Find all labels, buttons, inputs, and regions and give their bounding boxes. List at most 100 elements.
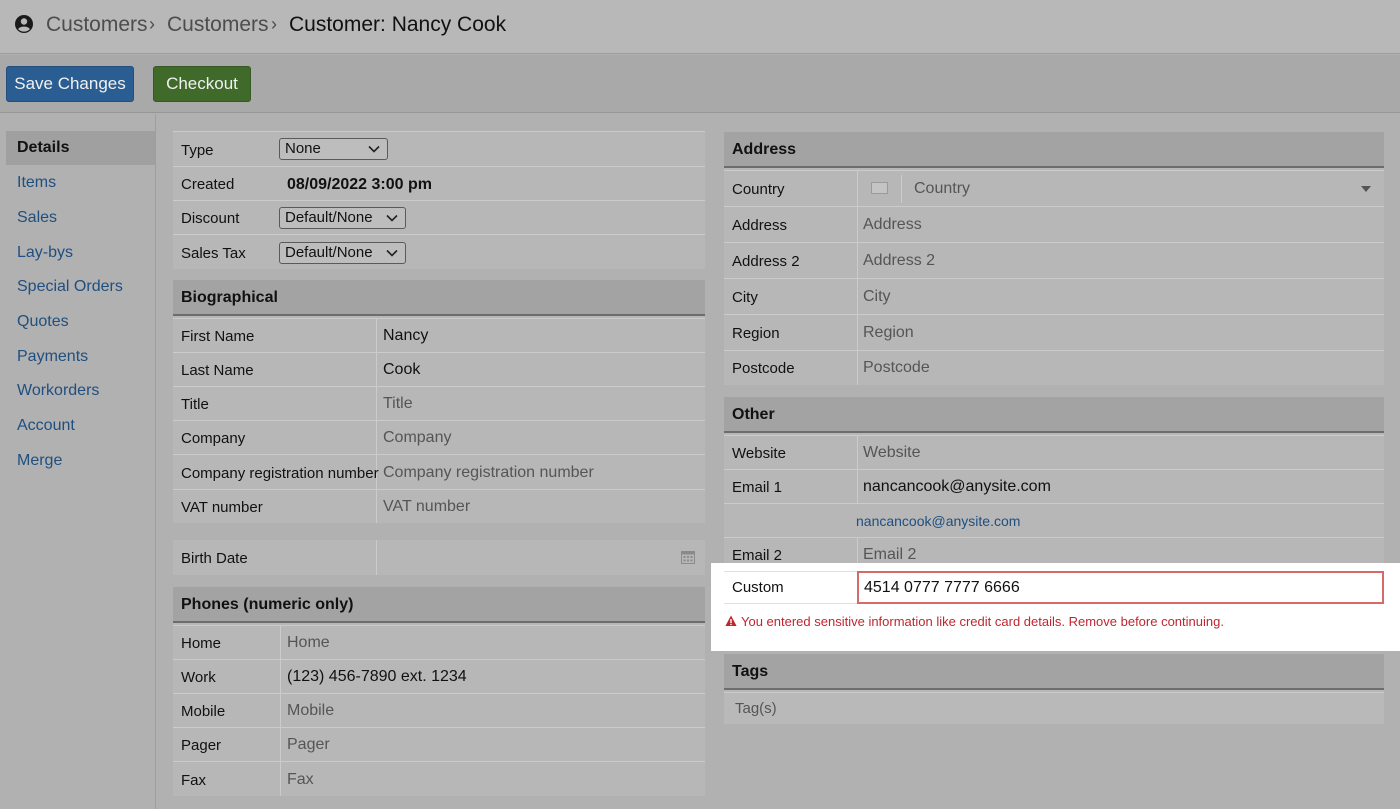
first-name-row: First Name Nancy	[173, 318, 705, 352]
email1-row: Email 1 nancancook@anysite.com	[724, 469, 1384, 503]
work-phone-input[interactable]: (123) 456-7890 ext. 1234	[287, 668, 467, 686]
pager-row: Pager Pager	[173, 727, 705, 761]
company-row: Company Company	[173, 420, 705, 454]
city-row: City City	[724, 278, 1384, 314]
last-name-label: Last Name	[181, 362, 254, 379]
region-input[interactable]: Region	[863, 324, 914, 342]
sidebar-item-merge[interactable]: Merge	[6, 444, 155, 478]
custom-row: Custom	[724, 571, 857, 604]
chevron-down-icon	[368, 145, 380, 153]
email2-label: Email 2	[732, 547, 783, 564]
custom-input[interactable]: 4514 0777 7777 6666	[857, 571, 1384, 604]
biographical-panel: Biographical First Name Nancy Last Name …	[173, 280, 705, 523]
title-label: Title	[181, 396, 209, 413]
user-circle-icon[interactable]	[14, 14, 34, 34]
other-title: Other	[732, 406, 775, 423]
country-row: Country Country	[724, 170, 1384, 206]
last-name-input[interactable]: Cook	[383, 361, 420, 379]
fax-input[interactable]: Fax	[287, 771, 314, 789]
first-name-label: First Name	[181, 328, 255, 345]
discount-select-value: Default/None	[285, 209, 373, 226]
title-input[interactable]: Title	[383, 395, 413, 413]
sales-tax-select[interactable]: Default/None	[279, 242, 406, 264]
created-value: 08/09/2022 3:00 pm	[287, 176, 432, 193]
pager-label: Pager	[181, 737, 222, 754]
custom-label: Custom	[732, 579, 784, 596]
breadcrumb-separator-icon: ›	[271, 14, 277, 34]
discount-label: Discount	[181, 210, 240, 227]
sales-tax-row: Sales Tax Default/None	[173, 234, 705, 269]
general-panel: Type None Created 08/09/2022 3:00 pm Dis…	[173, 131, 705, 269]
sidebar-item-special-orders[interactable]: Special Orders	[6, 270, 155, 304]
page-title: Customer: Nancy Cook	[289, 13, 507, 36]
address-label: Address	[732, 217, 788, 234]
postcode-input[interactable]: Postcode	[863, 359, 930, 377]
postcode-row: Postcode Postcode	[724, 350, 1384, 385]
vat-row: VAT number VAT number	[173, 489, 705, 523]
biographical-header: Biographical	[173, 280, 705, 316]
other-panel: Other Website Website Email 1 nancancook…	[724, 397, 1384, 571]
city-label: City	[732, 289, 758, 306]
sidebar-item-details[interactable]: Details	[6, 131, 155, 165]
home-phone-label: Home	[181, 635, 222, 652]
vat-input[interactable]: VAT number	[383, 498, 470, 516]
breadcrumb-customers-2[interactable]: Customers	[167, 13, 269, 37]
tags-title: Tags	[732, 663, 769, 680]
chevron-down-icon	[386, 214, 398, 222]
mobile-phone-input[interactable]: Mobile	[287, 702, 334, 720]
region-row: Region Region	[724, 314, 1384, 350]
last-name-row: Last Name Cook	[173, 352, 705, 386]
discount-row: Discount Default/None	[173, 200, 705, 234]
type-row: Type None	[173, 131, 705, 166]
address2-row: Address 2 Address 2	[724, 242, 1384, 278]
first-name-input[interactable]: Nancy	[383, 327, 428, 345]
sidebar-item-lay-bys[interactable]: Lay-bys	[6, 236, 155, 270]
address-input[interactable]: Address	[863, 216, 922, 234]
company-registration-row: Company registration number Company regi…	[173, 454, 705, 489]
address-header: Address	[724, 132, 1384, 168]
type-select[interactable]: None	[279, 138, 388, 160]
email1-input[interactable]: nancancook@anysite.com	[863, 478, 1051, 496]
address-row: Address Address	[724, 206, 1384, 242]
warning-icon	[725, 615, 737, 626]
address-panel: Address Country Country Address Address …	[724, 132, 1384, 385]
sales-tax-label: Sales Tax	[181, 245, 246, 262]
email2-input[interactable]: Email 2	[863, 546, 916, 564]
checkout-button[interactable]: Checkout	[153, 66, 251, 102]
city-input[interactable]: City	[863, 288, 891, 306]
country-select[interactable]: Country	[858, 171, 1384, 207]
calendar-icon[interactable]	[680, 549, 696, 565]
company-registration-input[interactable]: Company registration number	[383, 464, 594, 482]
company-input[interactable]: Company	[383, 429, 451, 447]
flag-icon	[871, 182, 888, 194]
address2-input[interactable]: Address 2	[863, 252, 935, 270]
sidebar-item-sales[interactable]: Sales	[6, 201, 155, 235]
birth-date-label: Birth Date	[181, 550, 248, 567]
pager-input[interactable]: Pager	[287, 736, 330, 754]
sidebar-item-account[interactable]: Account	[6, 409, 155, 443]
save-changes-button[interactable]: Save Changes	[6, 66, 134, 102]
birth-date-panel: Birth Date	[173, 540, 705, 575]
sidebar-item-items[interactable]: Items	[6, 166, 155, 200]
phones-title: Phones (numeric only)	[181, 596, 354, 613]
caret-down-icon	[1361, 186, 1371, 192]
discount-select[interactable]: Default/None	[279, 207, 406, 229]
work-phone-label: Work	[181, 669, 216, 686]
breadcrumb-separator-icon: ›	[149, 14, 155, 34]
postcode-label: Postcode	[732, 360, 795, 377]
breadcrumb-customers-1[interactable]: Customers	[46, 13, 148, 37]
tags-header: Tags	[724, 654, 1384, 690]
sidebar-item-workorders[interactable]: Workorders	[6, 374, 155, 408]
sidebar-item-quotes[interactable]: Quotes	[6, 305, 155, 339]
sidebar-item-payments[interactable]: Payments	[6, 340, 155, 374]
tags-placeholder: Tag(s)	[735, 700, 777, 717]
website-input[interactable]: Website	[863, 444, 921, 462]
birth-date-input[interactable]	[377, 540, 705, 575]
email1-label: Email 1	[732, 479, 783, 496]
created-row: Created 08/09/2022 3:00 pm	[173, 166, 705, 200]
work-phone-row: Work (123) 456-7890 ext. 1234	[173, 659, 705, 693]
tags-input[interactable]: Tag(s)	[724, 692, 1384, 724]
email1-mailto-link[interactable]: nancancook@anysite.com	[856, 513, 1020, 529]
home-phone-input[interactable]: Home	[287, 634, 330, 652]
email1-link-row: nancancook@anysite.com	[724, 503, 1384, 537]
